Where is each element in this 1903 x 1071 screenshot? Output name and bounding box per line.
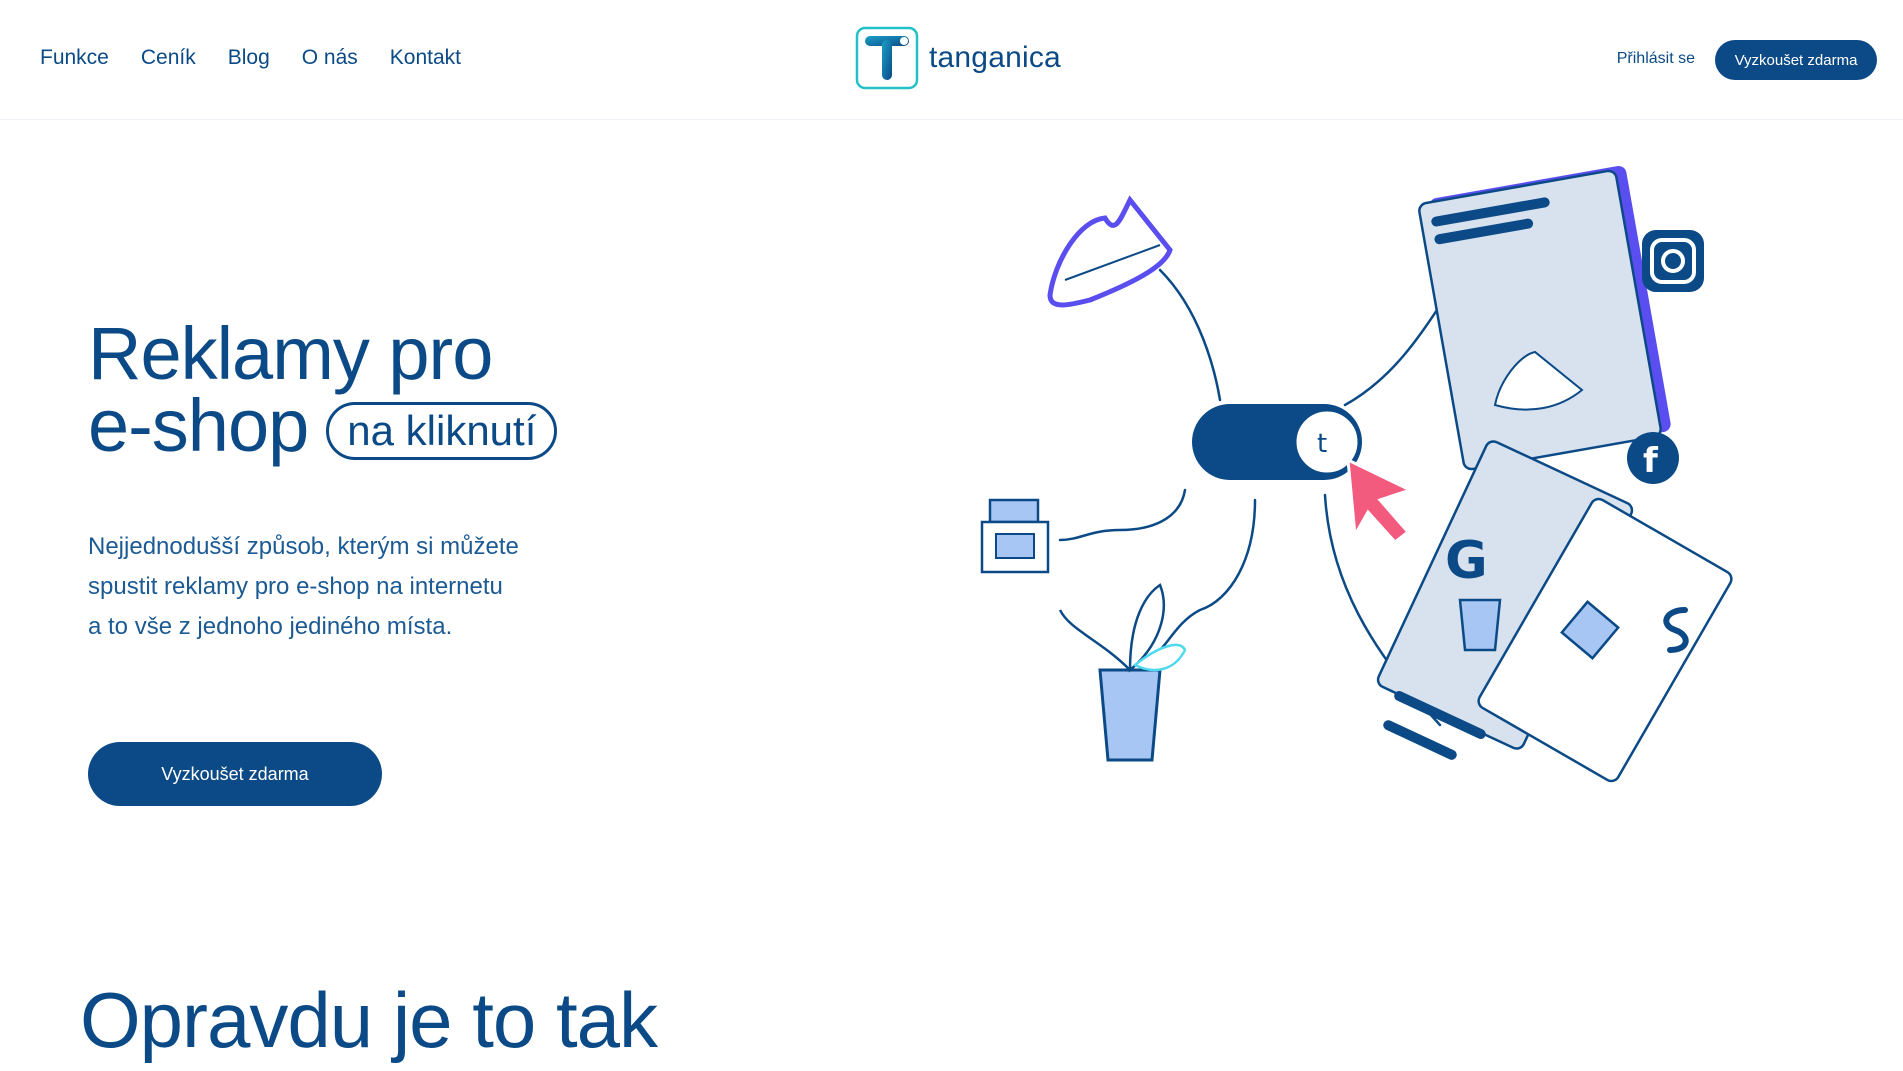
header-cta-button[interactable]: Vyzkoušet zdarma	[1715, 40, 1877, 80]
sneaker-icon	[1047, 195, 1173, 308]
hero-title-pill: na kliknutí	[326, 402, 558, 461]
hero-subtitle-line2: spustit reklamy pro e-shop na internetu	[88, 573, 503, 600]
hero-title-line1: Reklamy pro	[88, 312, 493, 395]
logo-icon	[855, 26, 919, 90]
instagram-icon	[1642, 230, 1704, 292]
section2-title: Opravdu je to tak	[80, 976, 658, 1064]
site-header: Funkce Ceník Blog O nás Kontakt tanganic…	[0, 0, 1903, 120]
hero-subtitle: Nejjednodušší způsob, kterým si můžete s…	[88, 527, 608, 647]
nav-item-blog[interactable]: Blog	[228, 46, 270, 70]
nav-item-cenik[interactable]: Ceník	[141, 46, 196, 70]
hero-subtitle-line3: a to vše z jednoho jediného místa.	[88, 613, 453, 640]
perfume-bottle-icon	[980, 498, 1050, 574]
facebook-icon: f	[1627, 432, 1679, 484]
hero-subtitle-line1: Nejjednodušší způsob, kterým si můžete	[88, 533, 519, 560]
connector-line	[1058, 488, 1187, 542]
nav-item-funkce[interactable]: Funkce	[40, 46, 109, 70]
svg-text:f: f	[1643, 441, 1659, 481]
logo[interactable]: tanganica	[855, 26, 1061, 90]
svg-text:G: G	[1445, 531, 1488, 591]
connector-line	[1158, 268, 1222, 402]
ad-card-social	[1418, 165, 1671, 471]
svg-text:t: t	[1317, 429, 1327, 459]
plant-pot-icon	[1058, 583, 1187, 762]
cursor-icon	[1346, 457, 1414, 545]
hero-cta-button[interactable]: Vyzkoušet zdarma	[88, 742, 382, 806]
logo-text: tanganica	[929, 41, 1061, 74]
hero-title-line2: e-shop	[88, 384, 309, 467]
main-nav: Funkce Ceník Blog O nás Kontakt	[40, 46, 461, 70]
toggle-switch: t	[1192, 404, 1362, 480]
connector-line	[1158, 498, 1257, 652]
nav-item-o-nas[interactable]: O nás	[302, 46, 358, 70]
hero-illustration: t f G	[980, 165, 1733, 783]
login-link[interactable]: Přihlásit se	[1617, 50, 1695, 68]
google-icon: G	[1445, 531, 1488, 591]
nav-item-kontakt[interactable]: Kontakt	[390, 46, 461, 70]
hero-title: Reklamy pro e-shop na kliknutí	[88, 317, 558, 463]
